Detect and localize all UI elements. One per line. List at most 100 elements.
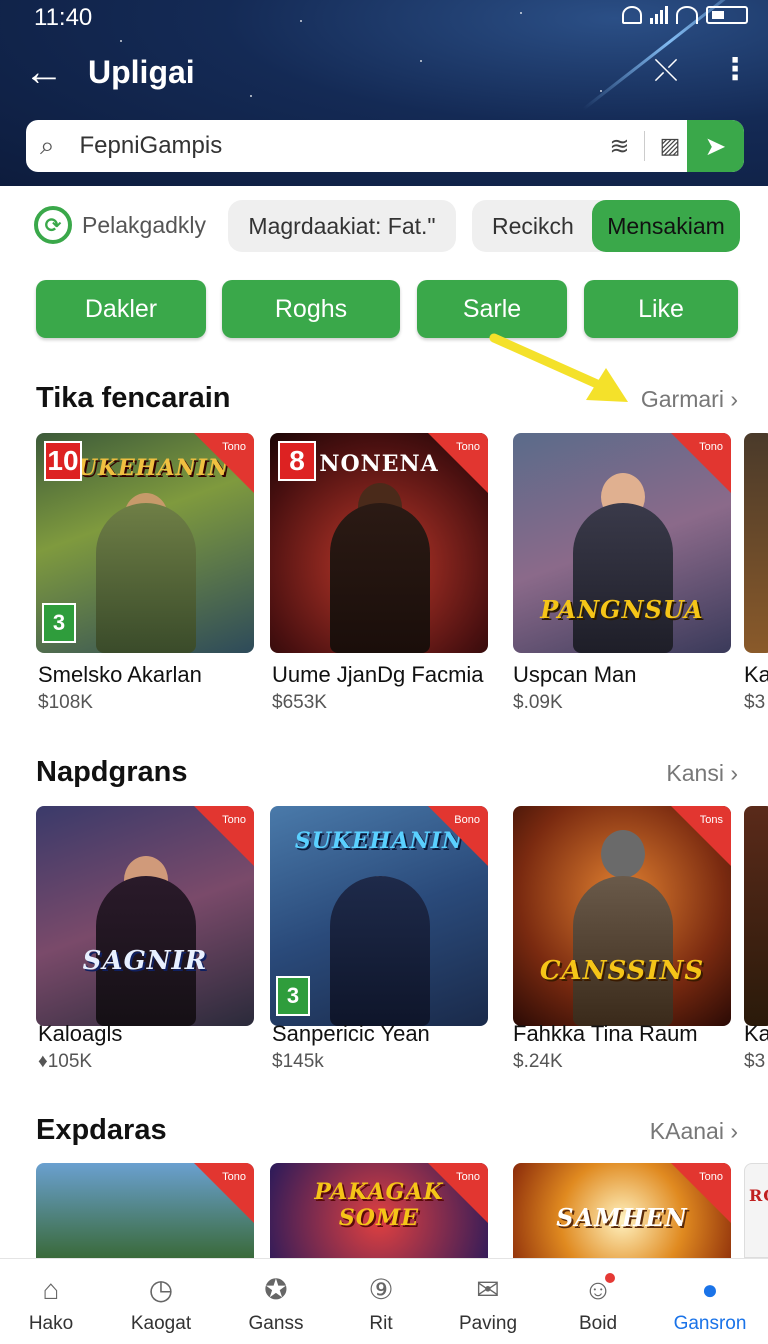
status-time: 11:40	[34, 4, 93, 31]
profile-icon: ●	[701, 1274, 719, 1305]
app-bar: ← Upligai ⤬ ⋮	[0, 46, 768, 100]
nav-label: Ganss	[248, 1313, 304, 1334]
game-logo: RO	[749, 1186, 768, 1205]
category-button[interactable]: Dakler	[36, 280, 206, 338]
game-tile[interactable]: SAGNIR Tono	[36, 806, 254, 1026]
corner-badge: Bono	[454, 814, 480, 826]
arrow-left-icon[interactable]: ←	[24, 52, 64, 92]
game-price: $653K	[272, 692, 327, 713]
game-price: $.09K	[513, 692, 563, 713]
nav-item-games[interactable]: ✪ Ganss	[221, 1259, 331, 1344]
signal-icon	[622, 6, 642, 24]
game-title[interactable]: Sanpericic Yean	[272, 1021, 430, 1047]
game-tile[interactable]: SAMHEN Tono	[513, 1163, 731, 1258]
corner-badge: Tono	[222, 1171, 246, 1183]
age-rating-badge: 8	[278, 441, 316, 481]
corner-badge: Tono	[222, 814, 246, 826]
cell-signal-icon	[650, 6, 668, 24]
nav-label: Kaogat	[130, 1313, 192, 1334]
brand-filter[interactable]: ⟳ Pelakgadkly	[34, 206, 206, 244]
corner-badge: Tono	[699, 441, 723, 453]
game-price: $3	[744, 692, 766, 713]
nav-item-rit[interactable]: ⑨ Rit	[326, 1259, 436, 1344]
nav-label: Paving	[458, 1313, 518, 1334]
nav-item-notifications[interactable]: ☺ Boid	[543, 1259, 653, 1344]
game-title[interactable]: Kaloagls	[38, 1021, 122, 1047]
corner-badge: Tons	[699, 814, 723, 826]
section-title: Napdgrans	[36, 756, 188, 788]
filter-chip-recent[interactable]: Recikch	[492, 213, 574, 240]
game-title[interactable]: Smelsko Akarlan	[38, 662, 202, 688]
corner-badge: Tono	[699, 1171, 723, 1183]
corner-badge: Tono	[222, 441, 246, 453]
age-rating-badge: 10	[44, 441, 82, 481]
filter-chip-active[interactable]: Mensakiam	[592, 200, 740, 252]
filter-chip-sort[interactable]: Magrdaakiat: Fat."	[228, 200, 456, 252]
rating-badge: 3	[276, 976, 310, 1016]
brand-logo-icon: ⟳	[34, 206, 72, 244]
section-header: Tika fencarain Garmari ›	[0, 382, 768, 422]
search-icon: ⌕	[40, 130, 55, 160]
nav-item-mail[interactable]: ✉ Paving	[433, 1259, 543, 1344]
share-icon[interactable]: ⤬	[654, 54, 678, 88]
header: 11:40 ← Upligai ⤬ ⋮ ⌕ ≋ ▨ ➤	[0, 0, 768, 186]
game-logo: CANSSINS	[539, 956, 705, 986]
filter-row: ⟳ Pelakgadkly Magrdaakiat: Fat." Recikch…	[0, 198, 768, 256]
image-search-icon[interactable]: ▨	[653, 133, 687, 159]
more-vert-icon[interactable]: ⋮	[720, 52, 750, 87]
game-tile[interactable]: NONENA 8 Tono	[270, 433, 488, 653]
game-title[interactable]: Ka	[744, 662, 768, 688]
game-tile[interactable]: PAKAGAK SOME Tono	[270, 1163, 488, 1258]
nav-label: Rit	[369, 1313, 393, 1334]
nav-item-explore[interactable]: ◷ Kaogat	[106, 1259, 216, 1344]
section-title: Expdaras	[36, 1114, 167, 1146]
page-title: Upligai	[88, 54, 195, 90]
game-tile[interactable]: RO	[744, 1163, 768, 1258]
game-price: $145k	[272, 1051, 324, 1072]
game-title[interactable]: Uume JjanDg Facmia	[272, 662, 484, 688]
game-title[interactable]: Ka	[744, 1021, 768, 1047]
game-tile[interactable]: SUKEHANIN 10 3 Tono	[36, 433, 254, 653]
rating-badge: 3	[42, 603, 76, 643]
game-tile[interactable]: PANGNSUA Tono	[513, 433, 731, 653]
game-tile[interactable]: CANSSINS Tons	[513, 806, 731, 1026]
see-more-link[interactable]: KAanai ›	[650, 1118, 738, 1145]
game-price: $3	[744, 1051, 766, 1072]
game-tile[interactable]: SUKEHANIN 3 Bono	[270, 806, 488, 1026]
see-more-link[interactable]: Kansi ›	[666, 760, 738, 787]
search-input[interactable]	[79, 132, 603, 160]
game-tile[interactable]	[744, 433, 768, 653]
nav-item-home[interactable]: ⌂ Hako	[0, 1259, 106, 1344]
section-title: Tika fencarain	[36, 382, 231, 414]
nav-item-profile[interactable]: ● Gansron	[655, 1259, 765, 1344]
divider	[644, 131, 646, 161]
section-header: Napdgrans Kansi ›	[0, 756, 768, 796]
corner-badge: Tono	[456, 441, 480, 453]
brand-label: Pelakgadkly	[82, 211, 207, 238]
game-logo: SAGNIR	[82, 946, 208, 976]
status-bar: 11:40	[0, 0, 768, 32]
game-title[interactable]: Uspcan Man	[513, 662, 637, 688]
game-logo: PANGNSUA	[540, 595, 704, 624]
home-icon: ⌂	[42, 1274, 60, 1305]
game-title[interactable]: Fahkka Tina Raum	[513, 1021, 698, 1047]
search-bar: ⌕ ≋ ▨ ➤	[26, 120, 744, 172]
game-tile[interactable]: Tono	[36, 1163, 254, 1258]
wifi-icon	[676, 6, 698, 24]
search-submit-button[interactable]: ➤	[686, 120, 744, 172]
user-notify-icon: ☺	[581, 1273, 615, 1307]
bottom-navigation: ⌂ Hako ◷ Kaogat ✪ Ganss ⑨ Rit ✉ Paving ☺…	[0, 1258, 768, 1344]
filter-icon[interactable]: ≋	[603, 132, 637, 161]
category-row: Dakler Roghs Sarle Like	[0, 280, 768, 340]
see-more-link[interactable]: Garmari ›	[641, 386, 738, 413]
corner-badge: Tono	[456, 1171, 480, 1183]
battery-icon	[706, 6, 748, 24]
category-button[interactable]: Roghs	[222, 280, 400, 338]
nav-label: Hako	[28, 1313, 74, 1334]
gamepad-icon: ✪	[264, 1274, 288, 1305]
nav-label: Gansron	[673, 1313, 747, 1334]
game-tile[interactable]	[744, 806, 768, 1026]
mail-icon: ✉	[476, 1274, 500, 1305]
compass-icon: ◷	[148, 1274, 174, 1305]
badge-icon: ⑨	[368, 1274, 394, 1305]
